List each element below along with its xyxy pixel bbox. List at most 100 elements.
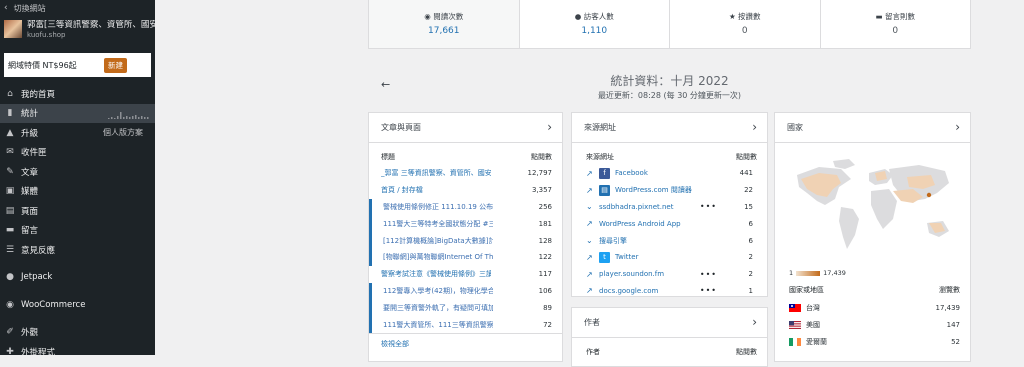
site-header[interactable]: 郭富[三等資訊警察、資管所、國安資 kuofu.shop <box>0 16 155 50</box>
post-title-link[interactable]: _郭富 三等資訊警察、資管所、國安資 <box>381 168 491 178</box>
tab-visitors[interactable]: ● 訪客人數 1,110 <box>520 0 670 48</box>
referrer-views: 1 <box>748 286 753 295</box>
column-views: 點閱數 <box>736 153 757 161</box>
sidebar-item-feedback[interactable]: ☰ 意見反應 <box>0 240 155 260</box>
sidebar-item-stats[interactable]: ▮ 統計 <box>0 103 155 123</box>
list-item[interactable]: ↗ docs.google.com ••• 1 <box>572 283 767 300</box>
authors-card-header[interactable]: 作者 › <box>572 308 767 338</box>
sidebar-item-media[interactable]: ▣ 媒體 <box>0 182 155 202</box>
posts-pages-card: 文章與頁面 › 標題 點閱數 _郭富 三等資訊警察、資管所、國安資 12,797 … <box>368 112 563 362</box>
expand-icon[interactable]: ⌄ <box>586 236 595 245</box>
referrer-link[interactable]: WordPress Android App <box>599 220 749 228</box>
post-title-link[interactable]: 要開三等資警外軌了，有疑問可填加我的 <box>383 303 493 313</box>
table-row[interactable]: 首頁 / 封存檔 3,357 <box>369 182 562 199</box>
world-map[interactable] <box>775 143 970 265</box>
visitors-label: 訪客人數 <box>583 12 614 21</box>
tab-comments[interactable]: ▬ 留言則數 0 <box>821 0 971 48</box>
eye-icon: ◉ <box>424 12 434 21</box>
sidebar-item-plugins[interactable]: ✚ 外掛程式 <box>0 342 155 362</box>
sidebar-item-appearance[interactable]: ✐ 外觀 <box>0 323 155 343</box>
post-title-link[interactable]: [物聯網]與萬物聯網Internet Of Things-IoT <box>383 252 493 262</box>
sidebar-menu: ⌂ 我的首頁 ▮ 統計 ▲ 升級 個人版方案 ✉ 收件匣 ✎ 文章 ▣ 媒體 ▤ 頁面 ▬ 留言 … <box>0 84 155 362</box>
post-title-link[interactable]: 首頁 / 封存檔 <box>381 185 491 195</box>
table-row[interactable]: 警械使用條例修正 111.10.19 公布 256 <box>369 198 562 216</box>
list-item[interactable]: ↗ t Twitter 2 <box>572 249 767 266</box>
post-title-link[interactable]: [112計算機概論]BigData大數據]計算機 <box>383 236 493 246</box>
promo-new-button[interactable]: 新建 <box>104 58 127 73</box>
posts-card-header[interactable]: 文章與頁面 › <box>369 113 562 143</box>
referrer-link[interactable]: ssdbhadra.pixnet.net <box>599 203 744 211</box>
list-item[interactable]: ↗ f Facebook 441 <box>572 165 767 182</box>
post-views: 3,357 <box>531 186 552 195</box>
referrer-link[interactable]: docs.google.com <box>599 287 749 295</box>
more-options-icon[interactable]: ••• <box>700 270 717 279</box>
post-views: 117 <box>538 270 552 279</box>
sidebar-item-jetpack[interactable]: ● Jetpack <box>0 268 155 288</box>
external-link-icon: ↗ <box>586 286 593 296</box>
post-title-link[interactable]: 111警大三等特考全國狀態分配 #三等特 <box>383 219 493 229</box>
referrer-link[interactable]: player.soundon.fm <box>599 270 749 278</box>
list-item[interactable]: 愛爾蘭 52 <box>775 333 970 350</box>
column-title: 標題 <box>381 153 395 161</box>
sidebar-item-pages[interactable]: ▤ 頁面 <box>0 201 155 221</box>
sidebar-item-comments[interactable]: ▬ 留言 <box>0 221 155 241</box>
referrer-views: 6 <box>748 219 753 228</box>
feedback-icon: ☰ <box>5 244 15 255</box>
sidebar-item-label: 我的首頁 <box>21 89 56 100</box>
country-views: 52 <box>951 337 960 346</box>
post-title-link[interactable]: 警械使用條例修正 111.10.19 公布 <box>383 202 493 212</box>
referrer-link[interactable]: 搜尋引擎 <box>599 236 749 246</box>
switch-site-link[interactable]: ‹ 切換網站 <box>0 0 155 16</box>
legend-min: 1 <box>789 269 794 277</box>
sidebar-item-inbox[interactable]: ✉ 收件匣 <box>0 143 155 163</box>
sidebar-item-my-home[interactable]: ⌂ 我的首頁 <box>0 84 155 104</box>
facebook-icon: f <box>599 167 610 179</box>
plugin-icon: ✚ <box>6 346 14 357</box>
table-row[interactable]: 111警大資管所、111三等資訊警察、111 72 <box>369 316 562 333</box>
list-item[interactable]: ↗ WordPress Android App 6 <box>572 215 767 232</box>
referrer-views: 22 <box>744 186 753 195</box>
referrer-link[interactable]: Twitter <box>615 253 749 261</box>
country-name: 美國 <box>806 320 820 329</box>
table-row[interactable]: 111警大三等特考全國狀態分配 #三等特 181 <box>369 215 562 233</box>
table-row[interactable]: 警察考試注意《警械使用條例》三讀 117 <box>369 266 562 283</box>
post-views: 122 <box>538 253 552 262</box>
list-item[interactable]: ↗ player.soundon.fm ••• 2 <box>572 266 767 283</box>
table-row[interactable]: [物聯網]與萬物聯網Internet Of Things-IoT 122 <box>369 248 562 266</box>
more-options-icon[interactable]: ••• <box>700 286 717 295</box>
media-icon: ▣ <box>5 186 15 197</box>
back-arrow-icon[interactable]: ← <box>381 78 390 91</box>
list-item[interactable]: ↗ ▤ WordPress.com 閱讀器 22 <box>572 182 767 199</box>
sidebar-item-upgrade[interactable]: ▲ 升級 個人版方案 <box>0 123 155 143</box>
country-views: 147 <box>946 320 960 329</box>
countries-card-header[interactable]: 國家 › <box>775 113 970 143</box>
more-options-icon[interactable]: ••• <box>700 202 717 211</box>
list-item[interactable]: 台灣 17,439 <box>775 299 970 316</box>
table-row[interactable]: _郭富 三等資訊警察、資管所、國安資 12,797 <box>369 165 562 182</box>
table-row[interactable]: 要開三等資警外軌了，有疑問可填加我的 89 <box>369 299 562 317</box>
sidebar-item-woocommerce[interactable]: ◉ WooCommerce <box>0 295 155 315</box>
list-item[interactable]: ⌄ ssdbhadra.pixnet.net ••• 15 <box>572 199 767 216</box>
list-item[interactable]: ⌄ 搜尋引擎 6 <box>572 232 767 249</box>
wordpress-reader-icon: ▤ <box>599 184 610 196</box>
post-views: 72 <box>543 320 552 329</box>
expand-icon[interactable]: ⌄ <box>586 202 595 211</box>
sidebar-item-label: 頁面 <box>21 206 39 217</box>
views-value: 17,661 <box>428 26 460 36</box>
referrer-link[interactable]: Facebook <box>615 169 740 177</box>
post-title-link[interactable]: 警察考試注意《警械使用條例》三讀 <box>381 269 491 279</box>
referrer-link[interactable]: WordPress.com 閱讀器 <box>615 185 744 195</box>
post-title-link[interactable]: 111警大資管所、111三等資訊警察、111 <box>383 320 493 330</box>
referrers-card-header[interactable]: 來源網址 › <box>572 113 767 143</box>
switch-site-label: 切換網站 <box>13 3 46 13</box>
tab-views[interactable]: ◉ 閱讀次數 17,661 <box>369 0 520 48</box>
tab-likes[interactable]: ★ 按讚數 0 <box>670 0 821 48</box>
table-row[interactable]: 112警專入學考(42期)，物理化學合為一科 106 <box>369 282 562 300</box>
list-item[interactable]: 美國 147 <box>775 316 970 333</box>
ireland-flag-icon <box>789 337 801 346</box>
countries-card: 國家 › 1 17,439 國家或地區 瀏覽數 台灣 17,439 美國 147… <box>774 112 971 362</box>
post-title-link[interactable]: 112警專入學考(42期)，物理化學合為一科 <box>383 286 493 296</box>
view-all-link[interactable]: 檢視全部 <box>369 332 562 354</box>
table-row[interactable]: [112計算機概論]BigData大數據]計算機 128 <box>369 232 562 249</box>
sidebar-item-posts[interactable]: ✎ 文章 <box>0 162 155 182</box>
